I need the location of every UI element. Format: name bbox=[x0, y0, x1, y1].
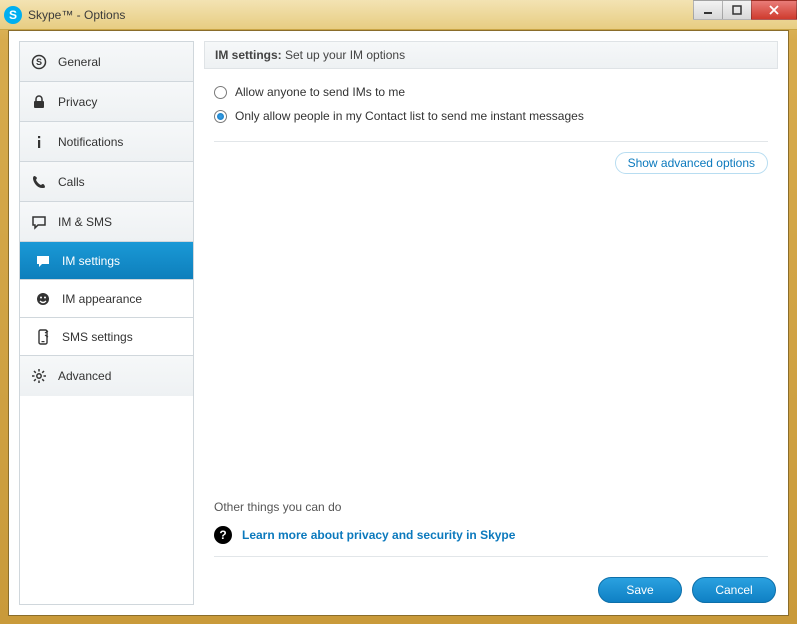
show-advanced-options-link[interactable]: Show advanced options bbox=[615, 152, 768, 174]
sidebar-item-label: Notifications bbox=[58, 135, 123, 149]
cancel-button[interactable]: Cancel bbox=[692, 577, 776, 603]
window-frame: S Skype™ - Options S General bbox=[0, 0, 797, 624]
dialog-buttons: Save Cancel bbox=[204, 567, 778, 605]
app-icon: S bbox=[4, 6, 22, 24]
sidebar-item-sms-settings[interactable]: SMS settings bbox=[20, 318, 193, 356]
learn-more-link[interactable]: Learn more about privacy and security in… bbox=[242, 528, 515, 542]
sidebar-item-label: Calls bbox=[58, 175, 85, 189]
sidebar: S General Privacy Notifications bbox=[19, 41, 194, 605]
sidebar-item-label: IM appearance bbox=[62, 292, 142, 306]
lock-icon bbox=[30, 93, 48, 111]
svg-text:S: S bbox=[36, 57, 42, 67]
sidebar-item-advanced[interactable]: Advanced bbox=[20, 356, 193, 396]
skype-icon: S bbox=[30, 53, 48, 71]
sidebar-item-general[interactable]: S General bbox=[20, 42, 193, 82]
sidebar-item-label: IM & SMS bbox=[58, 215, 112, 229]
content-body: Allow anyone to send IMs to me Only allo… bbox=[204, 69, 778, 567]
sms-icon bbox=[34, 328, 52, 346]
sidebar-item-calls[interactable]: Calls bbox=[20, 162, 193, 202]
sidebar-item-label: Privacy bbox=[58, 95, 97, 109]
other-things-title: Other things you can do bbox=[214, 500, 768, 514]
sidebar-item-im-appearance[interactable]: IM appearance bbox=[20, 280, 193, 318]
radio-only-contacts[interactable]: Only allow people in my Contact list to … bbox=[214, 109, 768, 123]
learn-more-row: ? Learn more about privacy and security … bbox=[214, 526, 768, 544]
window-controls bbox=[694, 0, 797, 20]
app-icon-letter: S bbox=[9, 8, 17, 22]
main-area: S General Privacy Notifications bbox=[19, 41, 778, 605]
titlebar[interactable]: S Skype™ - Options bbox=[0, 0, 797, 30]
gear-icon bbox=[30, 367, 48, 385]
content-header: IM settings: Set up your IM options bbox=[204, 41, 778, 69]
sidebar-item-label: IM settings bbox=[62, 254, 120, 268]
smile-icon bbox=[34, 290, 52, 308]
sidebar-item-im-sms[interactable]: IM & SMS bbox=[20, 202, 193, 242]
sidebar-item-label: General bbox=[58, 55, 101, 69]
content-header-title: IM settings: bbox=[215, 48, 282, 62]
divider bbox=[214, 556, 768, 557]
chat-icon bbox=[34, 252, 52, 270]
window-title: Skype™ - Options bbox=[28, 8, 125, 22]
content-header-subtitle: Set up your IM options bbox=[282, 48, 405, 62]
radio-allow-anyone[interactable]: Allow anyone to send IMs to me bbox=[214, 85, 768, 99]
advanced-row: Show advanced options bbox=[214, 152, 768, 174]
close-button[interactable] bbox=[751, 0, 797, 20]
sidebar-item-label: Advanced bbox=[58, 369, 111, 383]
content-panel: IM settings: Set up your IM options Allo… bbox=[204, 41, 778, 605]
sidebar-item-privacy[interactable]: Privacy bbox=[20, 82, 193, 122]
spacer bbox=[214, 174, 768, 500]
help-icon: ? bbox=[214, 526, 232, 544]
sidebar-item-label: SMS settings bbox=[62, 330, 133, 344]
sidebar-item-notifications[interactable]: Notifications bbox=[20, 122, 193, 162]
minimize-button[interactable] bbox=[693, 0, 723, 20]
sidebar-item-im-settings[interactable]: IM settings bbox=[20, 242, 193, 280]
divider bbox=[214, 141, 768, 142]
radio-icon bbox=[214, 110, 227, 123]
bubble-icon bbox=[30, 213, 48, 231]
radio-label: Only allow people in my Contact list to … bbox=[235, 109, 584, 123]
radio-icon bbox=[214, 86, 227, 99]
info-icon bbox=[30, 133, 48, 151]
phone-icon bbox=[30, 173, 48, 191]
maximize-button[interactable] bbox=[722, 0, 752, 20]
radio-label: Allow anyone to send IMs to me bbox=[235, 85, 405, 99]
save-button[interactable]: Save bbox=[598, 577, 682, 603]
client-area: S General Privacy Notifications bbox=[8, 30, 789, 616]
